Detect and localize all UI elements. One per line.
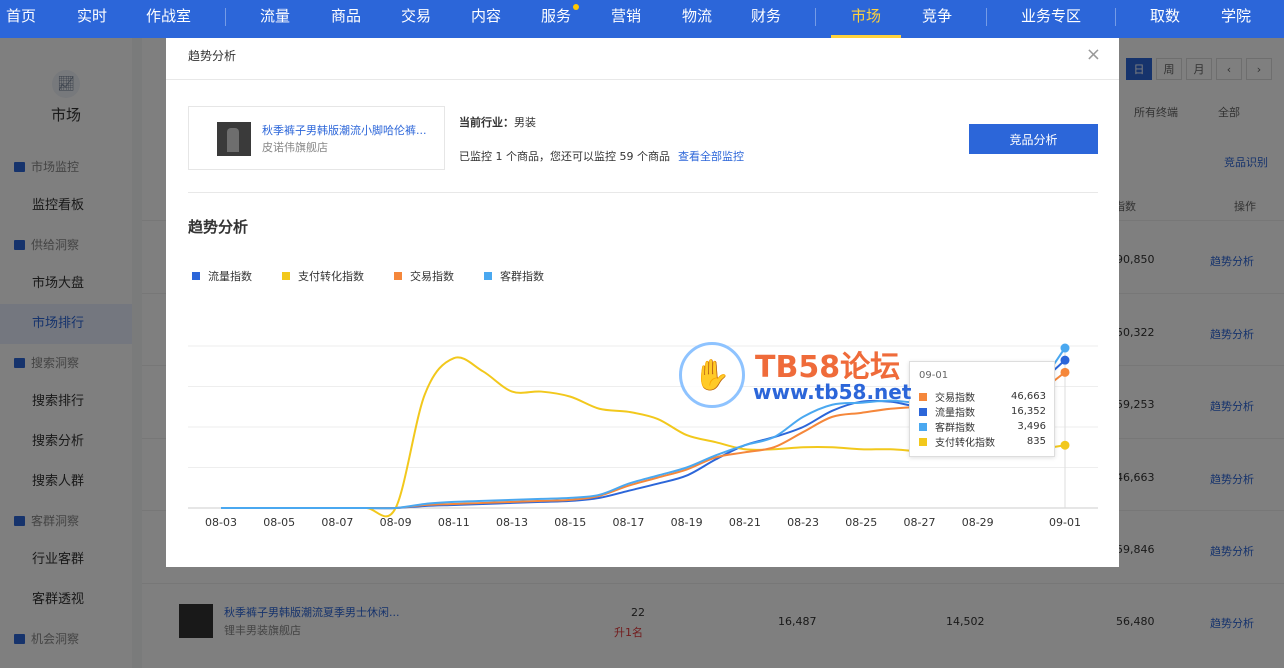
- series-endpoint[interactable]: [1060, 343, 1070, 353]
- legend-label: 交易指数: [410, 270, 454, 283]
- tooltip-series-name: 客群指数: [935, 423, 975, 434]
- nav-separator: [815, 8, 816, 26]
- legend-label: 流量指数: [208, 270, 252, 283]
- tooltip-swatch: [919, 422, 927, 431]
- nav-item-9[interactable]: 物流: [682, 0, 712, 38]
- nav-item-5[interactable]: 交易: [401, 0, 431, 38]
- legend-label: 客群指数: [500, 270, 544, 283]
- nav-item-0[interactable]: 首页: [6, 0, 36, 38]
- nav-item-11[interactable]: 市场: [830, 0, 902, 38]
- nav-item-7[interactable]: 服务: [541, 0, 580, 38]
- tooltip-series-value: 3,496: [1017, 421, 1046, 432]
- x-tick-label: 08-13: [496, 516, 528, 529]
- section-title: 趋势分析: [188, 218, 249, 236]
- x-tick-label: 08-19: [671, 516, 703, 529]
- x-tick-label: 08-05: [263, 516, 295, 529]
- industry-value: 男装: [514, 116, 536, 129]
- watermark-url: www.tb58.net: [753, 380, 912, 404]
- x-tick-label: 08-09: [380, 516, 412, 529]
- product-card: 秋季裤子男韩版潮流小脚哈伦裤... 皮诺伟旗舰店: [188, 106, 445, 170]
- x-tick-label: 08-27: [903, 516, 935, 529]
- x-tick-label: 08-29: [962, 516, 994, 529]
- tooltip-series-value: 16,352: [1011, 406, 1046, 417]
- x-tick-label: 08-17: [612, 516, 644, 529]
- view-all-monitor-link[interactable]: 查看全部监控: [678, 150, 744, 163]
- legend-label: 支付转化指数: [298, 270, 364, 283]
- top-nav: 首页 实时 作战室 流量 商品 交易 内容 服务 营销 物流 财务 市场 竞争 业务专区 取数 学院: [0, 0, 1284, 38]
- nav-item-6[interactable]: 内容: [471, 0, 501, 38]
- watermark: ✋ TB58论坛 www.tb58.net: [679, 342, 939, 408]
- legend-item[interactable]: 流量指数: [192, 268, 252, 284]
- modal-title: 趋势分析: [188, 49, 237, 63]
- nav-item-1[interactable]: 实时: [77, 0, 107, 38]
- nav-item-12[interactable]: 竞争: [922, 0, 952, 38]
- tooltip-series-value: 46,663: [1011, 391, 1046, 402]
- monitor-info: 已监控 1 个商品，您还可以监控 59 个商品 查看全部监控: [459, 148, 744, 164]
- notification-dot: [573, 4, 580, 10]
- x-tick-label: 08-23: [787, 516, 819, 529]
- tooltip-row: 客群指数 3,496: [919, 419, 1046, 434]
- divider: [188, 192, 1098, 193]
- tooltip-swatch: [919, 437, 927, 446]
- series-endpoint[interactable]: [1060, 355, 1070, 365]
- nav-separator: [1115, 8, 1116, 26]
- x-tick-label: 08-07: [321, 516, 353, 529]
- x-tick-label: 08-11: [438, 516, 470, 529]
- x-tick-label: 08-03: [205, 516, 237, 529]
- industry-label: 当前行业：: [459, 116, 514, 129]
- series-endpoint[interactable]: [1060, 367, 1070, 377]
- legend-item[interactable]: 支付转化指数: [282, 268, 364, 284]
- product-shop: 皮诺伟旗舰店: [262, 141, 328, 154]
- legend-swatch: [282, 272, 290, 280]
- nav-separator: [225, 8, 226, 26]
- close-icon[interactable]: ×: [1086, 38, 1101, 72]
- modal-header: 趋势分析 ×: [166, 38, 1119, 80]
- hand-logo-icon: ✋: [679, 342, 745, 408]
- nav-item-4[interactable]: 商品: [331, 0, 361, 38]
- tooltip-series-name: 交易指数: [935, 393, 975, 404]
- chart-legend: 流量指数 支付转化指数 交易指数 客群指数: [192, 268, 574, 284]
- nav-item-8[interactable]: 营销: [611, 0, 641, 38]
- legend-swatch: [192, 272, 200, 280]
- nav-item-3[interactable]: 流量: [260, 0, 290, 38]
- nav-item-14[interactable]: 取数: [1150, 0, 1180, 38]
- compare-analysis-button[interactable]: 竞品分析: [969, 124, 1098, 154]
- nav-item-13[interactable]: 业务专区: [1021, 0, 1081, 38]
- legend-item[interactable]: 客群指数: [484, 268, 544, 284]
- x-tick-label: 08-15: [554, 516, 586, 529]
- nav-item-2[interactable]: 作战室: [146, 0, 191, 38]
- x-tick-label: 08-25: [845, 516, 877, 529]
- monitor-status: 已监控 1 个商品，您还可以监控 59 个商品: [459, 150, 670, 163]
- industry-info: 当前行业：男装: [459, 114, 536, 130]
- legend-swatch: [484, 272, 492, 280]
- tooltip-series-value: 835: [1026, 436, 1046, 447]
- trend-modal: 趋势分析 × 秋季裤子男韩版潮流小脚哈伦裤... 皮诺伟旗舰店 当前行业：男装 …: [166, 38, 1119, 567]
- tooltip-series-name: 支付转化指数: [935, 438, 995, 449]
- nav-item-10[interactable]: 财务: [751, 0, 781, 38]
- series-endpoint[interactable]: [1060, 440, 1070, 450]
- tooltip-series-name: 流量指数: [935, 408, 975, 419]
- x-tick-label: 08-21: [729, 516, 761, 529]
- product-thumbnail[interactable]: [217, 122, 251, 156]
- nav-item-15[interactable]: 学院: [1221, 0, 1251, 38]
- legend-item[interactable]: 交易指数: [394, 268, 454, 284]
- product-title-link[interactable]: 秋季裤子男韩版潮流小脚哈伦裤...: [262, 122, 437, 138]
- tooltip-row: 支付转化指数 835: [919, 434, 1046, 449]
- x-tick-label: 09-01: [1049, 516, 1081, 529]
- tooltip-swatch: [919, 407, 927, 416]
- legend-swatch: [394, 272, 402, 280]
- nav-separator: [986, 8, 987, 26]
